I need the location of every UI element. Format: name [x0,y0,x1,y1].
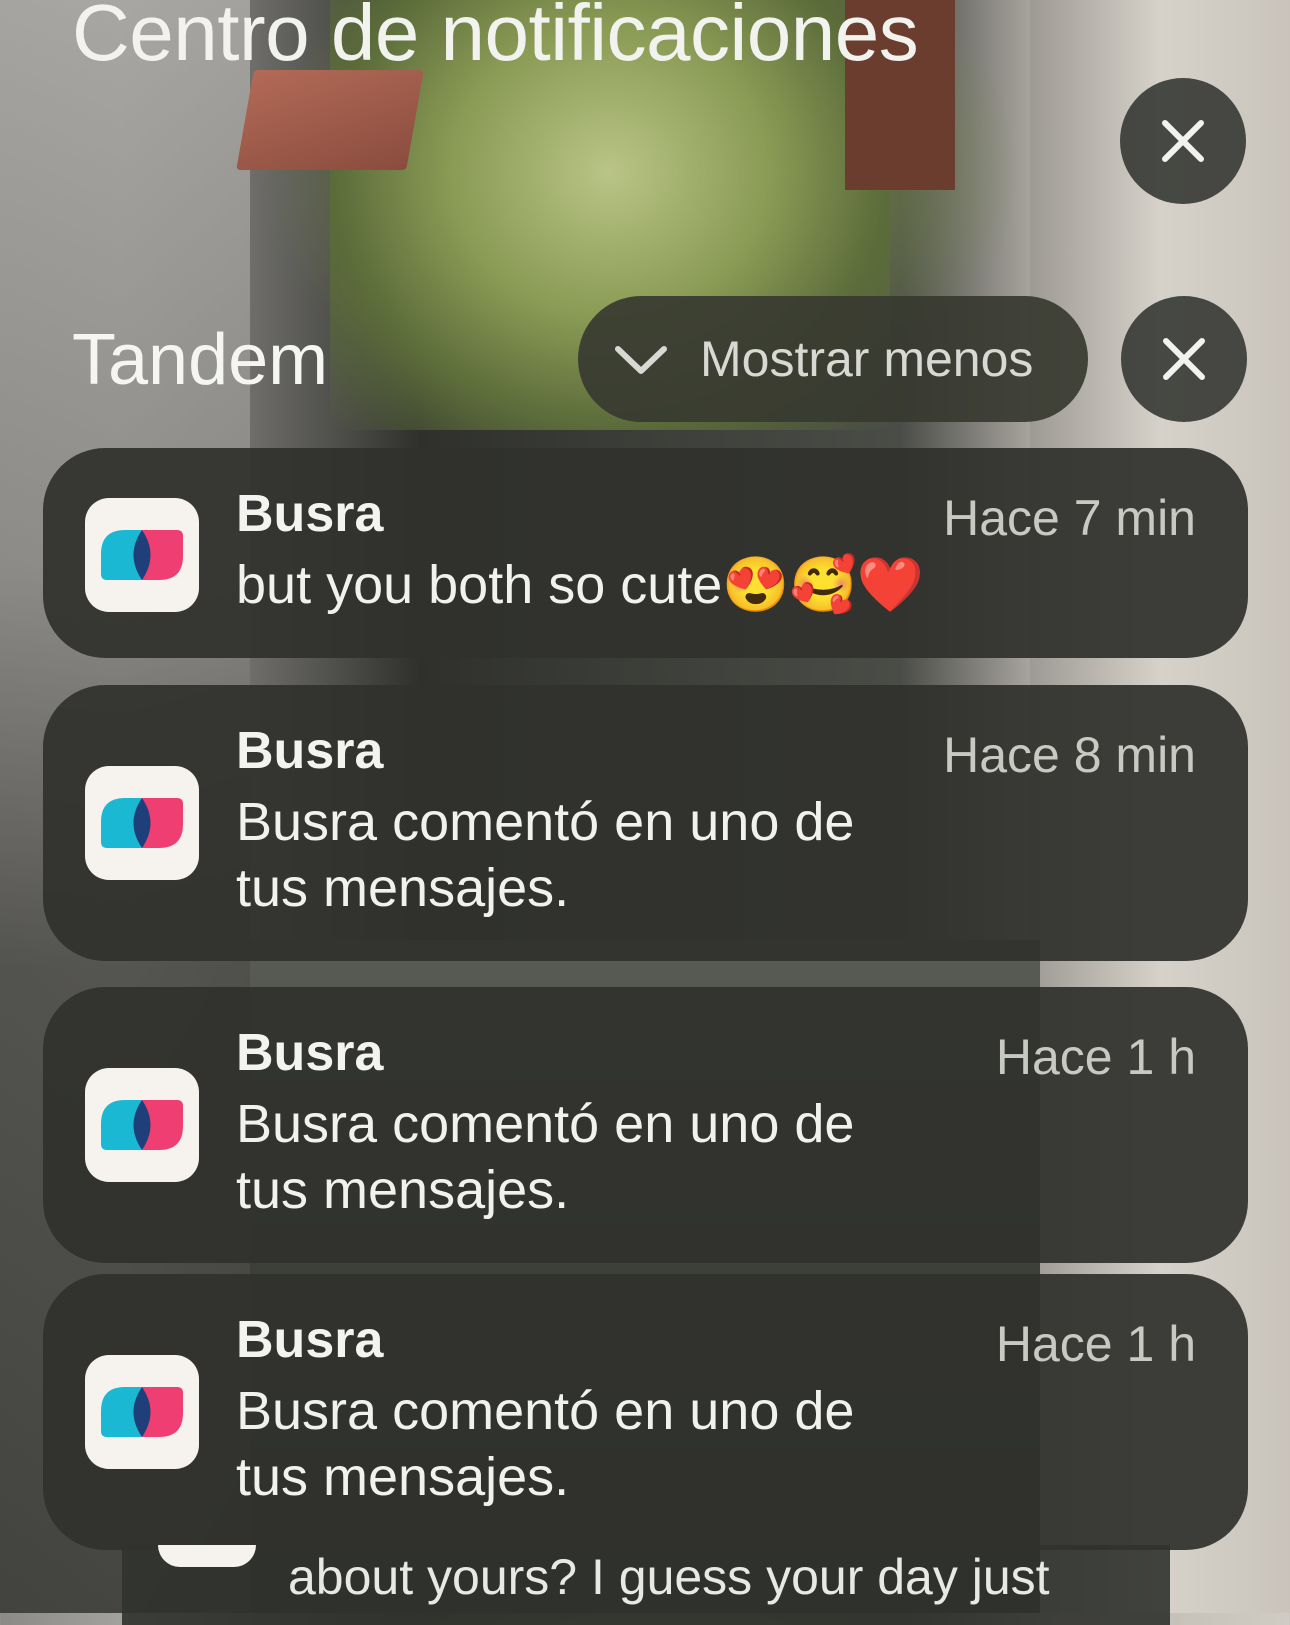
tandem-app-icon [158,1545,256,1567]
tandem-app-icon [85,498,199,612]
clear-group-button[interactable] [1121,296,1247,422]
notification-card[interactable]: Busra Hace 1 h Busra comentó en uno de t… [43,1274,1248,1550]
notification-time: Hace 8 min [943,727,1196,783]
notification-time: Hace 7 min [943,490,1196,546]
notification-sender: Busra [236,1311,384,1369]
close-icon [1162,120,1204,162]
notification-card[interactable]: Busra Hace 7 min but you both so cute😍🥰❤… [43,448,1248,658]
close-icon [1163,338,1205,380]
notification-message: but you both so cute😍🥰❤️ [236,555,925,615]
show-less-label: Mostrar menos [700,331,1034,387]
tandem-app-icon [85,766,199,880]
notification-center-title: Centro de notificaciones [72,0,919,77]
clear-all-button[interactable] [1120,78,1246,204]
chevron-down-icon [615,346,667,374]
show-less-button[interactable]: Mostrar menos [578,296,1088,422]
notification-time: Hace 1 h [995,1029,1196,1085]
peek-message: about yours? I guess your day just [288,1549,1050,1605]
background-photo-roof [236,70,424,170]
notification-message: Busra comentó en uno de tus mensajes. [236,792,855,918]
notification-card[interactable]: Busra Hace 1 h Busra comentó en uno de t… [43,987,1248,1263]
tandem-app-icon [85,1068,199,1182]
notification-sender: Busra [236,485,384,543]
notification-sender: Busra [236,722,384,780]
app-group-label: Tandem [72,320,329,400]
notification-time: Hace 1 h [995,1316,1196,1372]
notification-card[interactable]: Busra Hace 8 min Busra comentó en uno de… [43,685,1248,961]
notification-sender: Busra [236,1024,384,1082]
notification-message: Busra comentó en uno de tus mensajes. [236,1381,855,1507]
notification-message: Busra comentó en uno de tus mensajes. [236,1094,855,1220]
tandem-app-icon [85,1355,199,1469]
stacked-notification-peek[interactable]: about yours? I guess your day just [122,1545,1170,1625]
